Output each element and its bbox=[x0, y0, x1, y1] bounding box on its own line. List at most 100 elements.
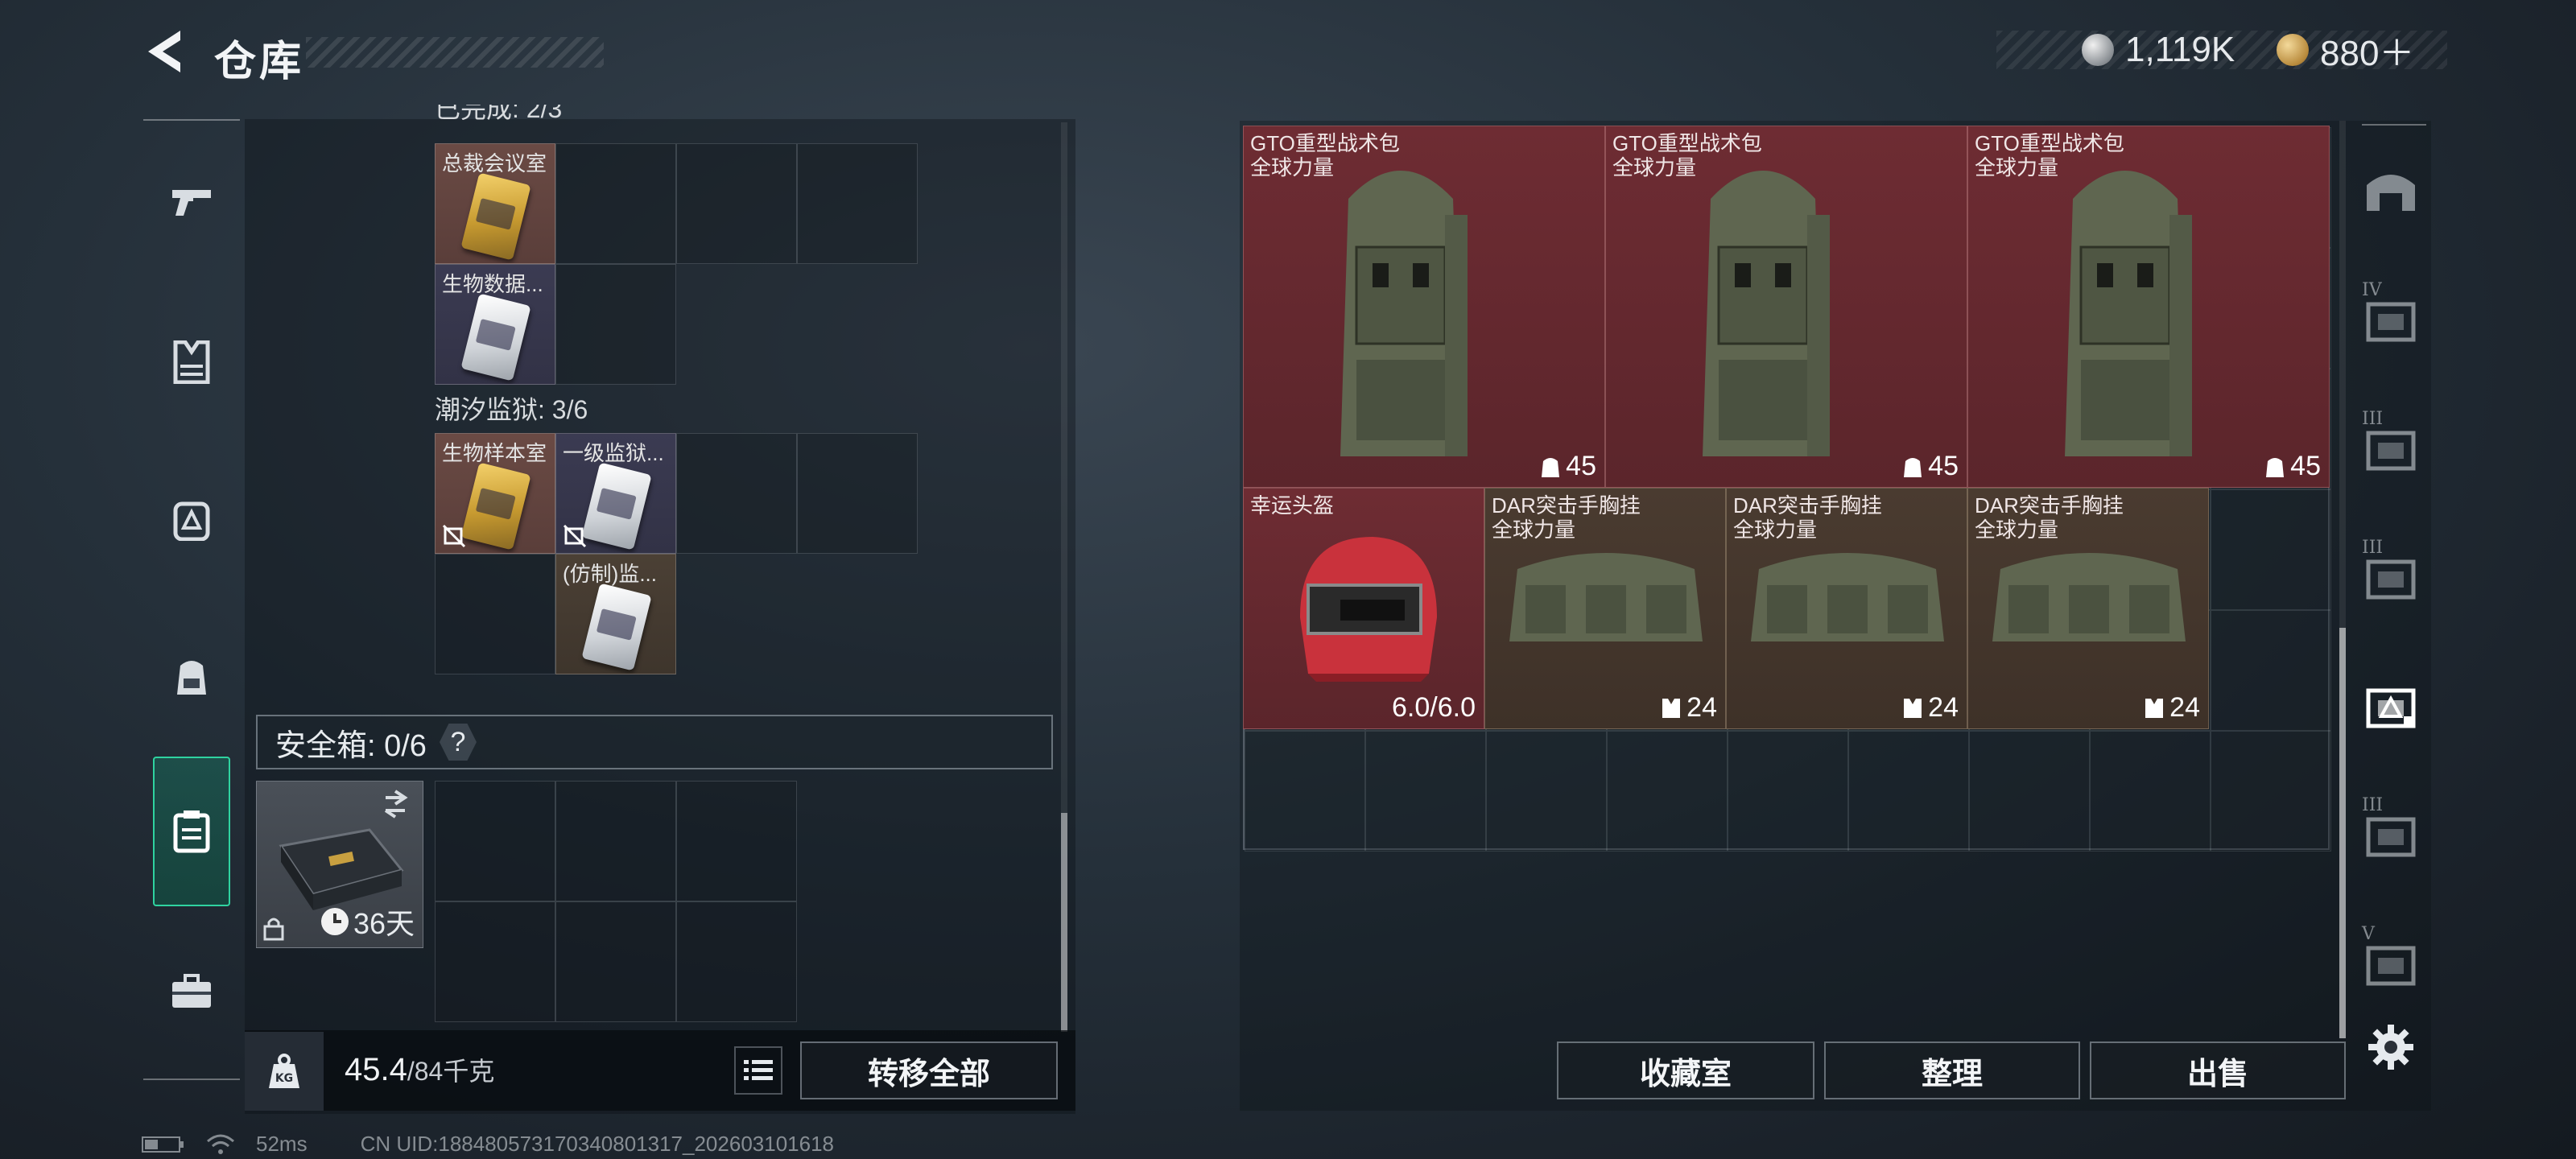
capacity-value: 24 bbox=[1928, 692, 1959, 723]
grid-cell[interactable] bbox=[555, 781, 676, 901]
rail-weapon[interactable] bbox=[143, 153, 240, 250]
backpack-item[interactable]: GTO重型战术包 全球力量 45 bbox=[1967, 126, 2330, 488]
grid-cell[interactable] bbox=[555, 143, 676, 264]
grid-cell[interactable] bbox=[676, 901, 797, 1022]
back-button[interactable] bbox=[142, 27, 187, 76]
capacity-readout: 45 bbox=[1540, 451, 1596, 482]
silver-amount: 1,119K bbox=[2125, 30, 2235, 69]
wifi-icon bbox=[207, 1134, 234, 1154]
sort-button[interactable]: 整理 bbox=[1824, 1041, 2080, 1099]
grid-cell[interactable] bbox=[797, 433, 918, 554]
grid-cell[interactable] bbox=[555, 264, 676, 385]
grid-cell[interactable] bbox=[1365, 731, 1486, 852]
home-base-icon bbox=[2367, 175, 2415, 211]
item-name: DAR突击手胸挂 bbox=[1975, 493, 2124, 518]
chest-rig-item[interactable]: DAR突击手胸挂 全球力量 24 bbox=[1484, 488, 1726, 729]
keycard-item[interactable]: 生物样本室 bbox=[435, 433, 555, 554]
backpack-image bbox=[2065, 171, 2192, 456]
keycard-item[interactable]: 总裁会议室 bbox=[435, 143, 555, 264]
container-tab-5[interactable] bbox=[2351, 660, 2431, 749]
rail-divider-bottom bbox=[143, 1079, 240, 1080]
backpack-item[interactable]: GTO重型战术包 全球力量 45 bbox=[1605, 126, 1967, 488]
keycard-image bbox=[460, 293, 531, 382]
grid-cell[interactable] bbox=[1607, 731, 1728, 852]
safe-box-icon bbox=[173, 810, 210, 853]
container-tab-1[interactable] bbox=[2351, 145, 2431, 233]
grid-cell[interactable] bbox=[2211, 610, 2331, 731]
transfer-all-button[interactable]: 转移全部 bbox=[800, 1041, 1058, 1099]
currency-gold[interactable]: 880＋ bbox=[2277, 31, 2414, 73]
grid-cell[interactable] bbox=[2211, 731, 2331, 852]
rail-armor[interactable] bbox=[143, 314, 240, 410]
item-name: 总裁会议室 bbox=[442, 151, 547, 175]
clock-icon bbox=[320, 908, 349, 935]
grid-cell[interactable] bbox=[1848, 731, 1969, 852]
help-icon[interactable]: ? bbox=[439, 724, 477, 761]
tier-safe-container-icon bbox=[2366, 688, 2416, 728]
backpack-capacity-icon bbox=[1904, 457, 1922, 477]
weapon-icon bbox=[172, 190, 211, 216]
lock-icon bbox=[263, 918, 284, 941]
capacity-readout: 24 bbox=[1661, 692, 1717, 724]
durability-value: 6.0/6.0 bbox=[1392, 692, 1476, 723]
grid-cell[interactable] bbox=[1486, 731, 1607, 852]
grid-cell[interactable] bbox=[1245, 731, 1365, 852]
rail-backpack[interactable] bbox=[143, 628, 240, 724]
grid-cell[interactable] bbox=[676, 433, 797, 554]
grid-cell[interactable] bbox=[435, 901, 555, 1022]
container-tab-3[interactable]: III bbox=[2351, 402, 2431, 491]
item-name: (仿制)监... bbox=[563, 562, 657, 586]
keycard-image bbox=[460, 172, 531, 261]
ping-value: 52ms bbox=[256, 1132, 308, 1156]
keycard-image bbox=[460, 462, 531, 551]
safe-box-grid bbox=[435, 781, 797, 1022]
chest-rig-capacity-icon bbox=[2145, 698, 2164, 718]
weight-capacity: /84千克 bbox=[407, 1057, 495, 1086]
backpack-capacity-icon bbox=[2266, 457, 2285, 477]
capacity-value: 45 bbox=[2290, 451, 2321, 481]
container-tab-7[interactable]: V bbox=[2351, 918, 2431, 1006]
container-tab-2[interactable]: IV bbox=[2351, 274, 2431, 362]
sell-button[interactable]: 出售 bbox=[2090, 1041, 2346, 1099]
no-bind-icon bbox=[563, 524, 587, 548]
keycard-image bbox=[581, 462, 652, 551]
grid-cell[interactable] bbox=[1969, 731, 2090, 852]
grid-cell[interactable] bbox=[435, 554, 555, 674]
grid-cell[interactable] bbox=[676, 781, 797, 901]
backpack-item[interactable]: GTO重型战术包 全球力量 45 bbox=[1243, 126, 1605, 488]
collection-room-button[interactable]: 收藏室 bbox=[1557, 1041, 1814, 1099]
rail-chest-rig[interactable] bbox=[143, 471, 240, 567]
keycard-item[interactable]: (仿制)监... bbox=[555, 554, 676, 674]
keycard-item[interactable]: 一级监狱... bbox=[555, 433, 676, 554]
currency-silver[interactable]: 1,119K bbox=[2082, 30, 2235, 69]
grid-cell[interactable] bbox=[2211, 489, 2331, 610]
grid-cell[interactable] bbox=[676, 143, 797, 264]
safe-box-item[interactable]: 36天 bbox=[256, 781, 423, 948]
grid-cell[interactable] bbox=[2090, 731, 2211, 852]
capacity-readout: 45 bbox=[1902, 451, 1959, 482]
uid-text: CN UID:1884805731703408013​17_2026031016… bbox=[360, 1132, 834, 1156]
item-name: 生物数据... bbox=[442, 272, 543, 296]
keycard-item[interactable]: 生物数据... bbox=[435, 264, 555, 385]
list-view-button[interactable] bbox=[734, 1046, 782, 1095]
rail-safe-box[interactable] bbox=[153, 757, 230, 906]
grid-cell[interactable] bbox=[555, 901, 676, 1022]
chest-rig-item[interactable]: DAR突击手胸挂 全球力量 24 bbox=[1726, 488, 1967, 729]
grid-cell[interactable] bbox=[435, 781, 555, 901]
grid-cell[interactable] bbox=[797, 143, 918, 264]
storage-scrollbar-thumb[interactable] bbox=[1061, 813, 1067, 1032]
tier-label: III bbox=[2362, 538, 2384, 558]
capacity-value: 45 bbox=[1928, 451, 1959, 481]
item-name: DAR突击手胸挂 bbox=[1733, 493, 1882, 518]
container-tab-6[interactable]: III bbox=[2351, 789, 2431, 877]
page-title: 仓库 bbox=[214, 39, 305, 85]
helmet-item[interactable]: 幸运头盔 6.0/6.0 bbox=[1243, 488, 1484, 729]
list-icon bbox=[744, 1060, 773, 1080]
rail-toolbox[interactable] bbox=[143, 943, 240, 1040]
container-tab-4[interactable]: III bbox=[2351, 531, 2431, 620]
grid-cell[interactable] bbox=[1728, 731, 1848, 852]
chest-rig-image bbox=[1509, 553, 1703, 641]
settings-button[interactable] bbox=[2351, 1003, 2431, 1091]
container-rail-scrollbar-thumb[interactable] bbox=[2339, 628, 2346, 1038]
chest-rig-item[interactable]: DAR突击手胸挂 全球力量 24 bbox=[1967, 488, 2209, 729]
